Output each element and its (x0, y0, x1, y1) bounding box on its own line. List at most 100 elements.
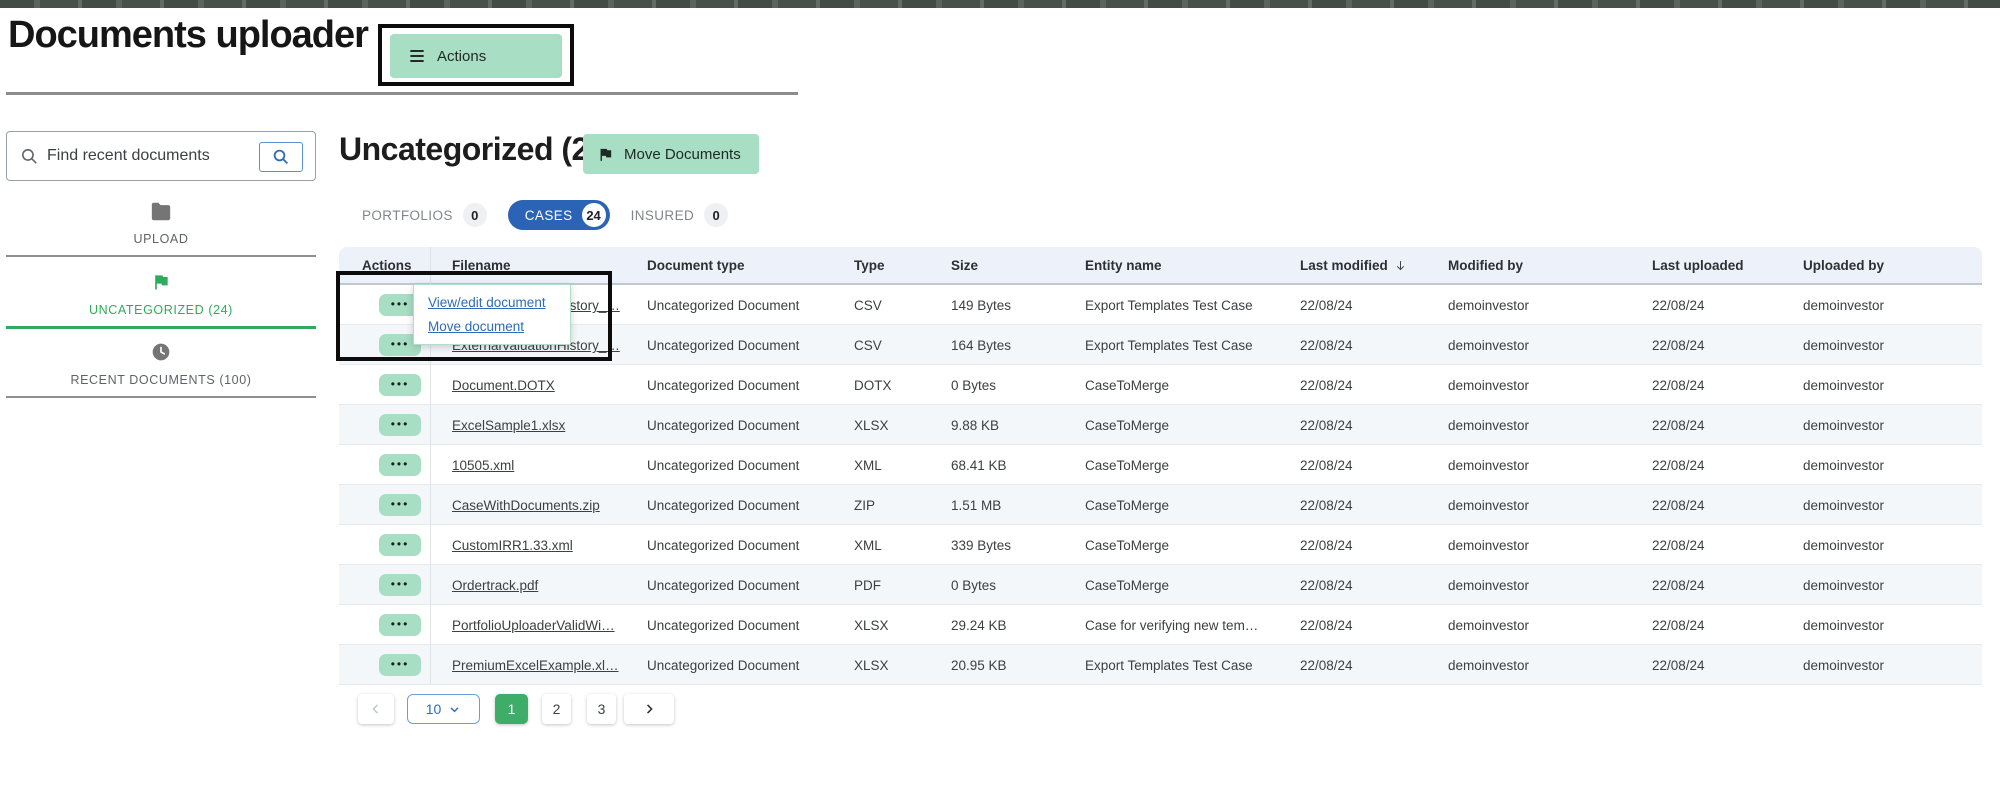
column-header-modified-by[interactable]: Modified by (1448, 258, 1523, 273)
next-page-button[interactable] (624, 694, 674, 724)
prev-page-button[interactable] (358, 694, 394, 724)
row-actions-button[interactable]: ••• (379, 654, 421, 676)
row-actions-button[interactable]: ••• (379, 454, 421, 476)
page-button-3[interactable]: 3 (587, 694, 616, 724)
filename-link[interactable]: PortfolioUploaderValidWi… (452, 618, 615, 633)
filename-link[interactable]: CaseWithDocuments.zip (452, 498, 600, 513)
filename-link[interactable]: 10505.xml (452, 458, 514, 473)
tab-portfolios[interactable]: PORTFOLIOS 0 (362, 203, 487, 227)
sidebar-item-upload[interactable]: UPLOAD (6, 202, 316, 246)
cell-modified-by: demoinvestor (1448, 658, 1529, 673)
search-submit-button[interactable] (259, 142, 303, 172)
chevron-down-icon (448, 703, 461, 716)
cell-type: XLSX (854, 618, 889, 633)
page-button-1[interactable]: 1 (495, 694, 528, 724)
page-button-2[interactable]: 2 (542, 694, 571, 724)
page-size-select[interactable]: 10 (407, 694, 480, 724)
cell-modified-by: demoinvestor (1448, 298, 1529, 313)
menu-item-view-edit-document[interactable]: View/edit document (428, 295, 570, 310)
tab-label: CASES (525, 208, 573, 223)
filename-link[interactable]: Ordertrack.pdf (452, 578, 538, 593)
cell-last-uploaded: 22/08/24 (1652, 338, 1705, 353)
cell-last-modified: 22/08/24 (1300, 658, 1353, 673)
cell-size: 20.95 KB (951, 658, 1007, 673)
clock-icon (151, 342, 171, 367)
table-row: ••• CustomIRR1.33.xml Uncategorized Docu… (339, 525, 1982, 565)
cell-modified-by: demoinvestor (1448, 578, 1529, 593)
filename-link[interactable]: ExcelSample1.xlsx (452, 418, 565, 433)
more-actions-icon: ••• (391, 498, 410, 510)
cell-size: 164 Bytes (951, 338, 1011, 353)
column-header-uploaded-by[interactable]: Uploaded by (1803, 258, 1884, 273)
cell-last-uploaded: 22/08/24 (1652, 578, 1705, 593)
actions-button[interactable]: Actions (390, 34, 562, 78)
row-actions-button[interactable]: ••• (379, 374, 421, 396)
sidebar-item-uncategorized[interactable]: UNCATEGORIZED (24) (6, 272, 316, 317)
sidebar-item-label: UPLOAD (133, 232, 188, 246)
sidebar-active-indicator (6, 326, 316, 329)
filename-link[interactable]: Document.DOTX (452, 378, 555, 393)
column-header-type[interactable]: Type (854, 258, 885, 273)
tab-cases[interactable]: CASES 24 (508, 200, 610, 230)
cell-entity-name: CaseToMerge (1085, 458, 1169, 473)
cell-entity-name: CaseToMerge (1085, 498, 1169, 513)
column-header-document-type[interactable]: Document type (647, 258, 745, 273)
cell-last-modified: 22/08/24 (1300, 298, 1353, 313)
cell-size: 9.88 KB (951, 418, 999, 433)
cell-entity-name: Case for verifying new tem… (1085, 618, 1258, 633)
cell-uploaded-by: demoinvestor (1803, 418, 1884, 433)
cell-last-modified: 22/08/24 (1300, 378, 1353, 393)
column-header-entity-name[interactable]: Entity name (1085, 258, 1162, 273)
row-actions-button[interactable]: ••• (379, 614, 421, 636)
cell-size: 339 Bytes (951, 538, 1011, 553)
sort-desc-icon (1394, 259, 1407, 275)
search-icon (20, 147, 39, 171)
row-actions-button[interactable]: ••• (379, 534, 421, 556)
cell-document-type: Uncategorized Document (647, 378, 799, 393)
cell-last-modified: 22/08/24 (1300, 578, 1353, 593)
menu-item-move-document[interactable]: Move document (428, 319, 570, 334)
cell-uploaded-by: demoinvestor (1803, 378, 1884, 393)
cell-modified-by: demoinvestor (1448, 378, 1529, 393)
cell-last-uploaded: 22/08/24 (1652, 538, 1705, 553)
tab-count-badge: 24 (582, 203, 606, 227)
entity-tabs: PORTFOLIOS 0 CASES 24 INSURED 0 (362, 200, 728, 230)
cell-document-type: Uncategorized Document (647, 578, 799, 593)
cell-type: PDF (854, 578, 881, 593)
sidebar-item-recent-documents[interactable]: RECENT DOCUMENTS (100) (6, 342, 316, 387)
more-actions-icon: ••• (391, 458, 410, 470)
cell-type: CSV (854, 338, 882, 353)
column-header-size[interactable]: Size (951, 258, 978, 273)
cell-type: XML (854, 538, 882, 553)
cell-size: 29.24 KB (951, 618, 1007, 633)
filename-link[interactable]: CustomIRR1.33.xml (452, 538, 573, 553)
cell-document-type: Uncategorized Document (647, 338, 799, 353)
cell-type: CSV (854, 298, 882, 313)
column-header-last-modified[interactable]: Last modified (1300, 258, 1407, 275)
cell-uploaded-by: demoinvestor (1803, 338, 1884, 353)
cell-document-type: Uncategorized Document (647, 538, 799, 553)
cell-document-type: Uncategorized Document (647, 298, 799, 313)
cell-last-uploaded: 22/08/24 (1652, 618, 1705, 633)
tab-insured[interactable]: INSURED 0 (631, 203, 729, 227)
move-documents-label: Move Documents (624, 146, 741, 163)
filename-link[interactable]: PremiumExcelExample.xl… (452, 658, 619, 673)
table-row: ••• ExcelSample1.xlsx Uncategorized Docu… (339, 405, 1982, 445)
cell-type: XML (854, 458, 882, 473)
cell-entity-name: Export Templates Test Case (1085, 338, 1253, 353)
row-actions-button[interactable]: ••• (379, 494, 421, 516)
context-menu: View/edit document Move document (413, 284, 571, 345)
actions-button-label: Actions (437, 48, 486, 65)
tab-count-badge: 0 (704, 203, 728, 227)
chevron-left-icon (369, 702, 383, 716)
row-actions-button[interactable]: ••• (379, 414, 421, 436)
cell-last-modified: 22/08/24 (1300, 618, 1353, 633)
column-header-last-uploaded[interactable]: Last uploaded (1652, 258, 1744, 273)
search-input[interactable] (47, 137, 252, 175)
move-documents-button[interactable]: Move Documents (583, 134, 759, 174)
more-actions-icon: ••• (391, 658, 410, 670)
table-row: ••• PremiumExcelExample.xl… Uncategorize… (339, 645, 1982, 685)
cell-size: 0 Bytes (951, 378, 996, 393)
cell-size: 149 Bytes (951, 298, 1011, 313)
row-actions-button[interactable]: ••• (379, 574, 421, 596)
